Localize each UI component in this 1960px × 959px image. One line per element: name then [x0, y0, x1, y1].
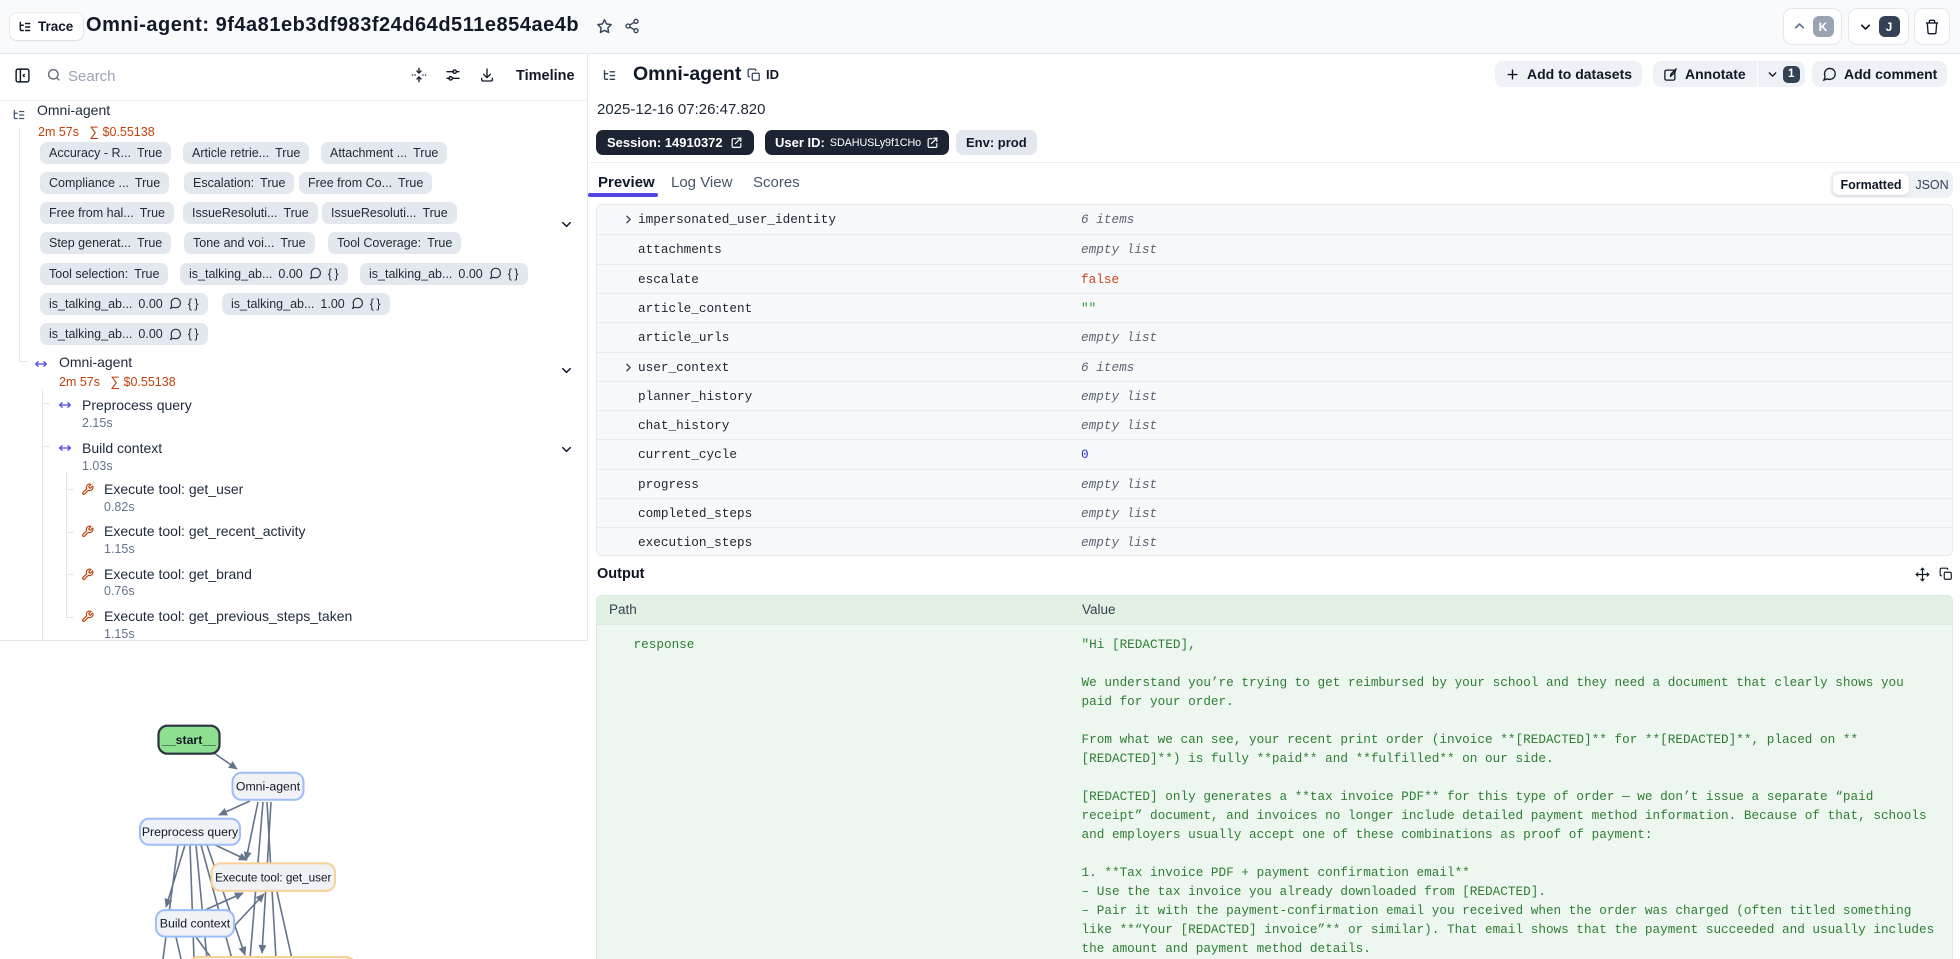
- svg-text:__start__: __start__: [161, 733, 216, 747]
- svg-text:Build context: Build context: [160, 917, 231, 931]
- svg-text:Execute tool: get_user: Execute tool: get_user: [215, 871, 331, 884]
- svg-text:Preprocess query: Preprocess query: [142, 825, 239, 839]
- svg-text:Omni-agent: Omni-agent: [236, 780, 301, 794]
